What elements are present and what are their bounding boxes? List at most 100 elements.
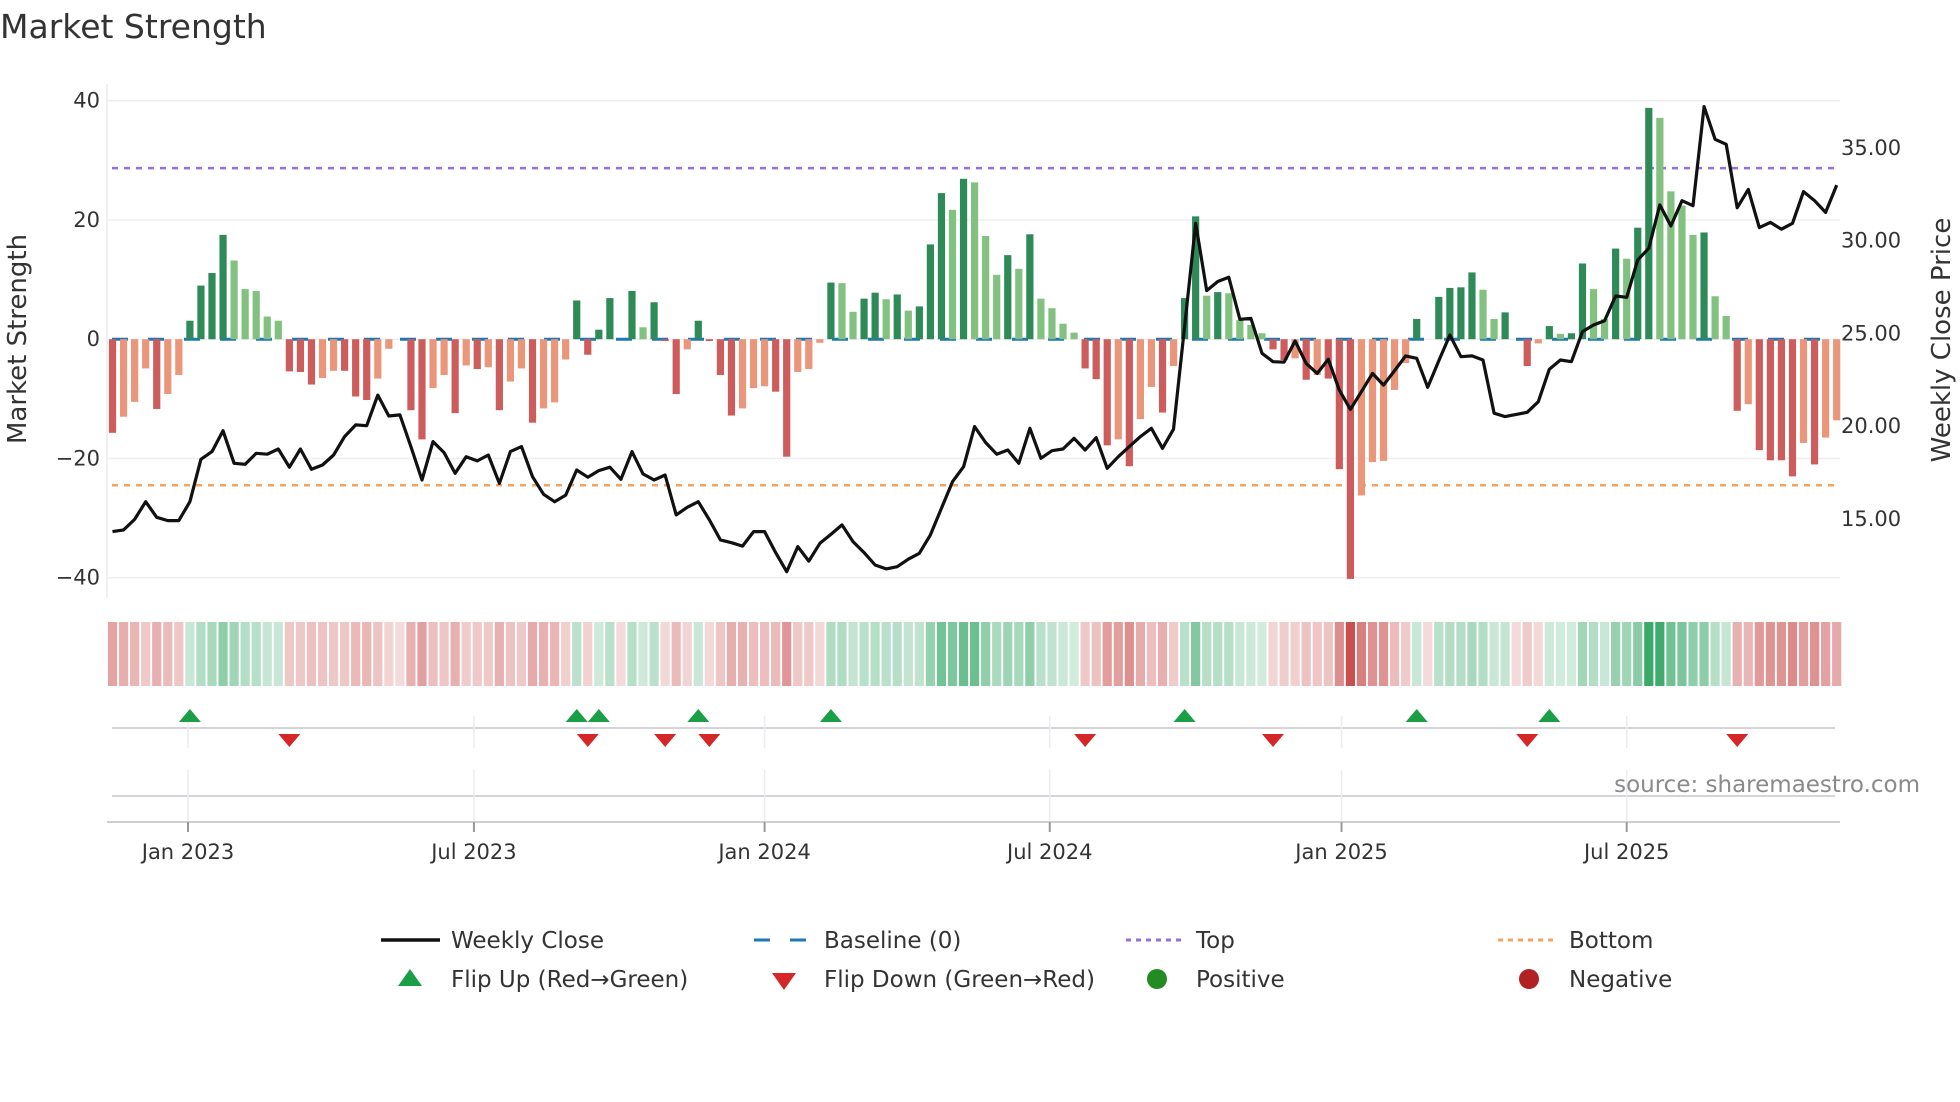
strip-cell [1787, 622, 1798, 686]
strength-bar-positive [1612, 248, 1620, 340]
strength-bar-negative [418, 339, 426, 440]
strip-cell [693, 622, 703, 686]
strip-cell [417, 622, 427, 686]
strength-heat-strip [107, 622, 1842, 686]
y-tick-label-right: 15.00 [1841, 507, 1901, 531]
strength-bar-positive [219, 234, 227, 340]
strip-cell [174, 622, 184, 686]
strip-cell [1389, 622, 1400, 686]
strength-bar-negative [1114, 339, 1122, 440]
strip-cell [483, 622, 493, 686]
strength-bar-negative [1092, 339, 1100, 380]
strip-cell [1058, 622, 1068, 686]
strip-cell [505, 622, 516, 686]
strip-cell [494, 622, 504, 686]
strip-cell [981, 622, 991, 686]
strip-cell [583, 622, 593, 686]
strip-cell [516, 622, 527, 686]
y-tick-label-left: −20 [56, 446, 100, 470]
strength-bar-positive [606, 298, 614, 340]
strip-cell [826, 622, 836, 686]
strength-bar-positive [937, 193, 946, 340]
strip-cell [1047, 622, 1057, 686]
strip-cell [1168, 622, 1179, 686]
strip-cell [152, 622, 162, 686]
strip-cell [1809, 622, 1820, 686]
strength-bar-positive [1435, 296, 1443, 340]
y-tick-label-right: 25.00 [1841, 321, 1901, 345]
strip-cell [958, 622, 969, 686]
strength-bar-negative [1368, 339, 1377, 463]
strip-cell [704, 622, 714, 686]
strength-bar-negative [374, 339, 382, 379]
negative-dot-icon [1519, 969, 1539, 989]
strip-cell [892, 622, 902, 686]
strength-bar-negative [1799, 339, 1808, 443]
strength-bar-positive [263, 316, 271, 340]
strip-cell [572, 622, 582, 686]
strength-bar-positive [860, 298, 868, 340]
strength-bar-positive [1479, 289, 1487, 340]
strength-bar-negative [1788, 339, 1797, 477]
strength-bar-positive [1468, 272, 1476, 340]
strength-bar-positive [1059, 323, 1067, 340]
strip-cell [306, 622, 317, 686]
strength-bar-negative [285, 339, 293, 372]
strip-cell [1688, 622, 1698, 686]
strength-bar-positive [948, 209, 957, 340]
strength-bar-positive [208, 273, 216, 340]
flip-up-marker [819, 709, 842, 722]
strip-cell [428, 622, 438, 686]
y-tick-label-left: 0 [87, 327, 100, 351]
strength-bar-negative [1755, 339, 1763, 451]
strength-bar-negative [683, 339, 691, 350]
strip-cell [218, 622, 228, 686]
strength-bar-negative [175, 339, 183, 375]
strip-cell [185, 622, 195, 686]
strength-bar-positive [595, 329, 603, 340]
strip-cell [1102, 622, 1112, 686]
strip-cell [251, 622, 261, 686]
strip-cell [1279, 622, 1289, 686]
strip-cell [395, 622, 405, 686]
strength-bar-negative [1777, 339, 1786, 461]
strip-cell [627, 622, 637, 686]
strength-bar-positive [650, 302, 658, 340]
strength-bar-negative [385, 339, 393, 349]
strip-cell [118, 622, 129, 686]
flip-down-marker [1262, 734, 1285, 747]
strip-cell [1522, 622, 1532, 686]
strip-cell [638, 622, 648, 686]
strength-bar-positive [904, 310, 912, 340]
flip-down-marker [1726, 734, 1749, 747]
strength-bar-negative [1158, 339, 1167, 413]
y-tick-label-left: −40 [56, 566, 100, 590]
legend-label: Baseline (0) [824, 928, 961, 954]
strip-cell [406, 622, 416, 686]
strip-cell [726, 622, 737, 686]
legend-label: Weekly Close [451, 928, 604, 954]
strength-bar-negative [131, 339, 139, 402]
strip-cell [196, 622, 206, 686]
strip-cell [1268, 622, 1278, 686]
strip-cell [1378, 622, 1389, 686]
strength-bar-negative [1335, 339, 1343, 470]
strip-cell [1412, 622, 1422, 686]
strength-bar-negative [429, 339, 437, 389]
strength-bar-negative [1766, 339, 1774, 461]
strip-cell [804, 622, 814, 686]
strength-bar-negative [363, 339, 371, 401]
strength-bar-positive [1700, 232, 1708, 340]
x-axis: Jan 2023 Jul 2023 Jan 2024 Jul 2024 Jan 2025… [107, 821, 1840, 864]
flip-up-marker [1538, 709, 1561, 722]
strip-cell [550, 622, 560, 686]
strip-cell [1754, 622, 1764, 686]
strength-bar-negative [772, 339, 780, 392]
legend-item-weekly-close: Weekly Close [381, 928, 604, 954]
strength-bar-positive [1258, 333, 1266, 340]
y-tick-label-left: 20 [73, 208, 100, 232]
strength-bar-negative [1147, 339, 1156, 387]
strength-bar-positive [1634, 227, 1642, 340]
strength-bar-negative [451, 339, 459, 414]
positive-dot-icon [1147, 969, 1167, 989]
